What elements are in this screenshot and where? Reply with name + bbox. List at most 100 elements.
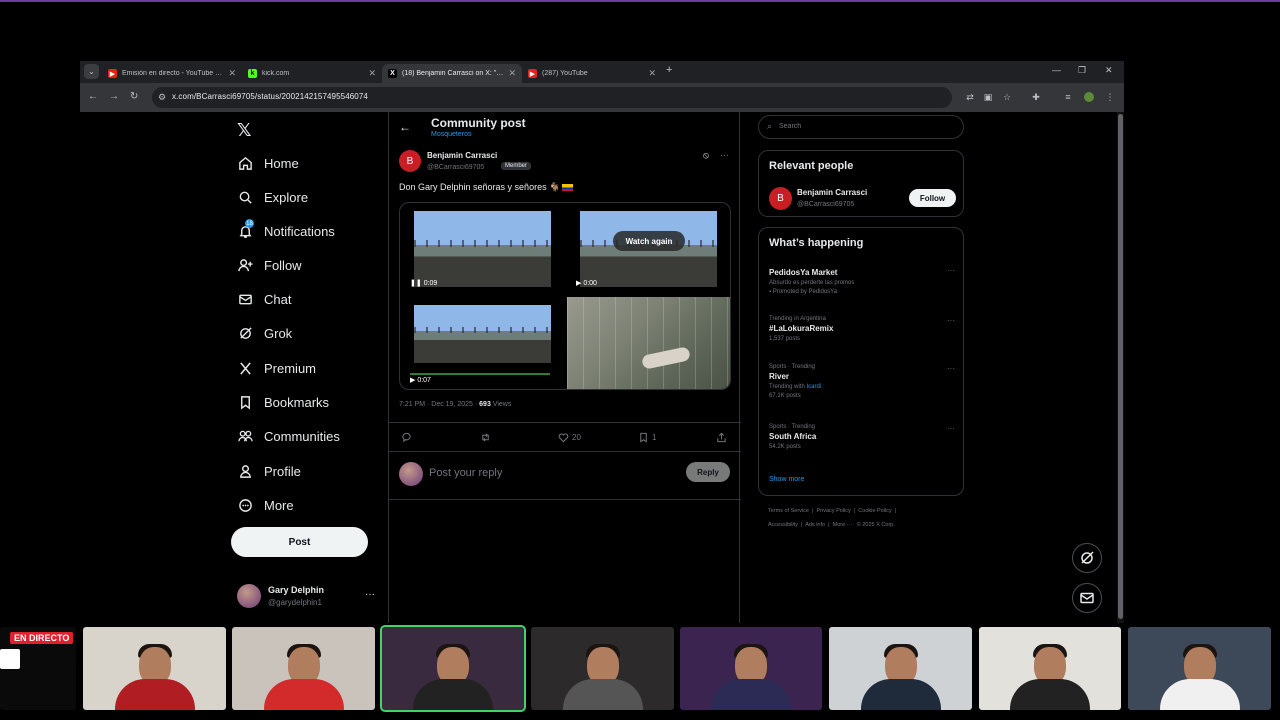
- like-action[interactable]: 20: [558, 432, 581, 443]
- person-icon: [237, 463, 253, 479]
- tab-kick[interactable]: k kick.com ✕: [242, 64, 382, 83]
- nav-communities[interactable]: Communities: [237, 426, 340, 446]
- back-icon[interactable]: ←: [88, 91, 98, 102]
- reload-icon[interactable]: ↻: [130, 91, 138, 102]
- watch-again-button[interactable]: Watch again: [613, 231, 685, 251]
- translate-icon[interactable]: ⇄: [965, 92, 975, 102]
- x-logo-icon[interactable]: 𝕏: [237, 120, 252, 141]
- page-scrollbar[interactable]: [1117, 112, 1124, 623]
- forward-icon[interactable]: →: [109, 91, 119, 102]
- video-3[interactable]: ▶ 0:07: [400, 297, 566, 389]
- bookmark-star-icon[interactable]: ☆: [1002, 92, 1012, 102]
- nav-grok[interactable]: Grok: [237, 323, 292, 343]
- reply-action[interactable]: [401, 432, 415, 443]
- address-bar[interactable]: ⚙ x.com/BCarrasci69705/status/2002142157…: [152, 87, 952, 108]
- close-window-icon[interactable]: ✕: [1105, 65, 1113, 76]
- bookmark-action[interactable]: 1: [638, 432, 656, 443]
- close-tab-icon[interactable]: ✕: [368, 68, 376, 79]
- post-more-icon[interactable]: ···: [720, 150, 729, 160]
- nav-premium[interactable]: Premium: [237, 358, 316, 378]
- nav-explore[interactable]: Explore: [237, 187, 308, 207]
- relevant-person-name[interactable]: Benjamin Carrasci: [797, 188, 867, 197]
- video-3-progress[interactable]: [410, 373, 550, 375]
- grok-explain-icon[interactable]: ⦸: [703, 150, 709, 161]
- reply-button[interactable]: Reply: [686, 462, 730, 482]
- footer-link[interactable]: Privacy Policy: [817, 508, 851, 514]
- trend-more-icon[interactable]: ···: [947, 364, 955, 373]
- tab-search-button[interactable]: ⌄: [84, 64, 99, 79]
- footer-link[interactable]: Accessibility: [768, 522, 798, 528]
- author-avatar[interactable]: B: [399, 150, 421, 172]
- restore-icon[interactable]: ❐: [1078, 65, 1086, 76]
- photo-4[interactable]: [567, 297, 730, 389]
- reply-input[interactable]: Post your reply: [429, 467, 502, 479]
- nav-notifications[interactable]: 18 Notifications: [237, 219, 335, 241]
- trend-more-icon[interactable]: ···: [947, 424, 955, 433]
- post-text-content: Don Gary Delphin señoras y señores 🐐: [399, 182, 561, 192]
- share-icon: [717, 432, 726, 443]
- footer-link[interactable]: Ads info: [805, 522, 825, 528]
- play-icon[interactable]: ▶: [410, 376, 417, 384]
- promoted-label: Promoted by PedidosYa: [772, 289, 838, 295]
- bell-icon: 18: [237, 219, 254, 239]
- more-dots-icon[interactable]: ···: [365, 589, 375, 600]
- author-name[interactable]: Benjamin Carrasci: [427, 151, 497, 160]
- nav-profile[interactable]: Profile: [237, 461, 301, 481]
- grok-float-button[interactable]: [1072, 543, 1102, 573]
- post-button[interactable]: Post: [231, 527, 368, 557]
- tab-x-post[interactable]: X (18) Benjamin Carrasci on X: "Don ✕: [382, 64, 522, 83]
- community-link[interactable]: Mosqueteros: [431, 131, 471, 138]
- video-2[interactable]: Watch again ▶ 0:00: [566, 203, 730, 296]
- trend-item[interactable]: PedidosYa Market Absurdo es perderte las…: [769, 266, 955, 295]
- new-tab-icon[interactable]: +: [666, 64, 672, 76]
- footer-link[interactable]: More ···: [833, 522, 853, 528]
- back-arrow-icon[interactable]: ←: [399, 120, 411, 134]
- trend-item[interactable]: Trending in Argentina #LaLokuraRemix 1,5…: [769, 316, 955, 342]
- camera-feed-7: [979, 627, 1121, 710]
- tab-youtube[interactable]: ▶ (287) YouTube ✕: [522, 64, 662, 83]
- trend-with-link[interactable]: Icardi: [806, 384, 821, 390]
- close-tab-icon[interactable]: ✕: [228, 68, 236, 79]
- close-tab-icon[interactable]: ✕: [648, 68, 656, 79]
- share-action[interactable]: [716, 432, 730, 443]
- close-tab-icon[interactable]: ✕: [508, 68, 516, 79]
- menu-icon[interactable]: ⋮: [1105, 92, 1115, 102]
- pause-icon[interactable]: ❚❚: [410, 279, 424, 287]
- show-more-link[interactable]: Show more: [769, 476, 804, 483]
- trend-more-icon[interactable]: ···: [947, 316, 955, 325]
- nav-chat[interactable]: Chat: [237, 289, 291, 309]
- views-label: Views: [490, 401, 512, 408]
- nav-follow[interactable]: Follow: [237, 255, 302, 275]
- nav-home[interactable]: Home: [237, 153, 299, 173]
- trend-item[interactable]: Sports · Trending South Africa 54.2K pos…: [769, 424, 955, 450]
- media-control-icon[interactable]: ≡: [1063, 92, 1073, 102]
- follow-button[interactable]: Follow: [909, 189, 956, 207]
- footer-link[interactable]: Cookie Policy: [858, 508, 891, 514]
- extensions-icon[interactable]: ✚: [1031, 92, 1041, 102]
- home-icon: [237, 155, 253, 171]
- minimize-icon[interactable]: —: [1052, 65, 1061, 75]
- trend-description: Absurdo es perderte las promos: [769, 280, 855, 286]
- nav-more[interactable]: More: [237, 495, 294, 515]
- post-actions: 20 1: [389, 422, 741, 452]
- install-app-icon[interactable]: ▣: [983, 92, 993, 102]
- search-input[interactable]: ⌕ Search: [758, 115, 964, 139]
- footer-link[interactable]: Terms of Service: [768, 508, 809, 514]
- messages-float-button[interactable]: [1072, 583, 1102, 613]
- account-switcher[interactable]: Gary Delphin @garydelphin1 ···: [237, 582, 377, 612]
- author-avatar[interactable]: B: [769, 187, 792, 210]
- scrollbar-thumb[interactable]: [1118, 114, 1123, 619]
- page-title: Community post: [431, 116, 526, 130]
- profile-avatar-icon[interactable]: [1084, 92, 1094, 102]
- play-icon[interactable]: ▶: [576, 279, 583, 287]
- author-handle[interactable]: @BCarrasci69705: [427, 164, 484, 171]
- tab-youtube-studio[interactable]: ▶ Emisión en directo - YouTube Studio ✕: [102, 64, 242, 83]
- site-info-icon[interactable]: ⚙: [158, 92, 166, 103]
- search-icon: [237, 189, 253, 205]
- nav-label: Bookmarks: [264, 394, 330, 410]
- video-1[interactable]: ❚❚ 0:09: [400, 203, 566, 296]
- repost-action[interactable]: [480, 432, 494, 443]
- nav-bookmarks[interactable]: Bookmarks: [237, 392, 329, 412]
- trend-more-icon[interactable]: ···: [947, 266, 955, 275]
- trend-item[interactable]: Sports · Trending River Trending with Ic…: [769, 364, 955, 399]
